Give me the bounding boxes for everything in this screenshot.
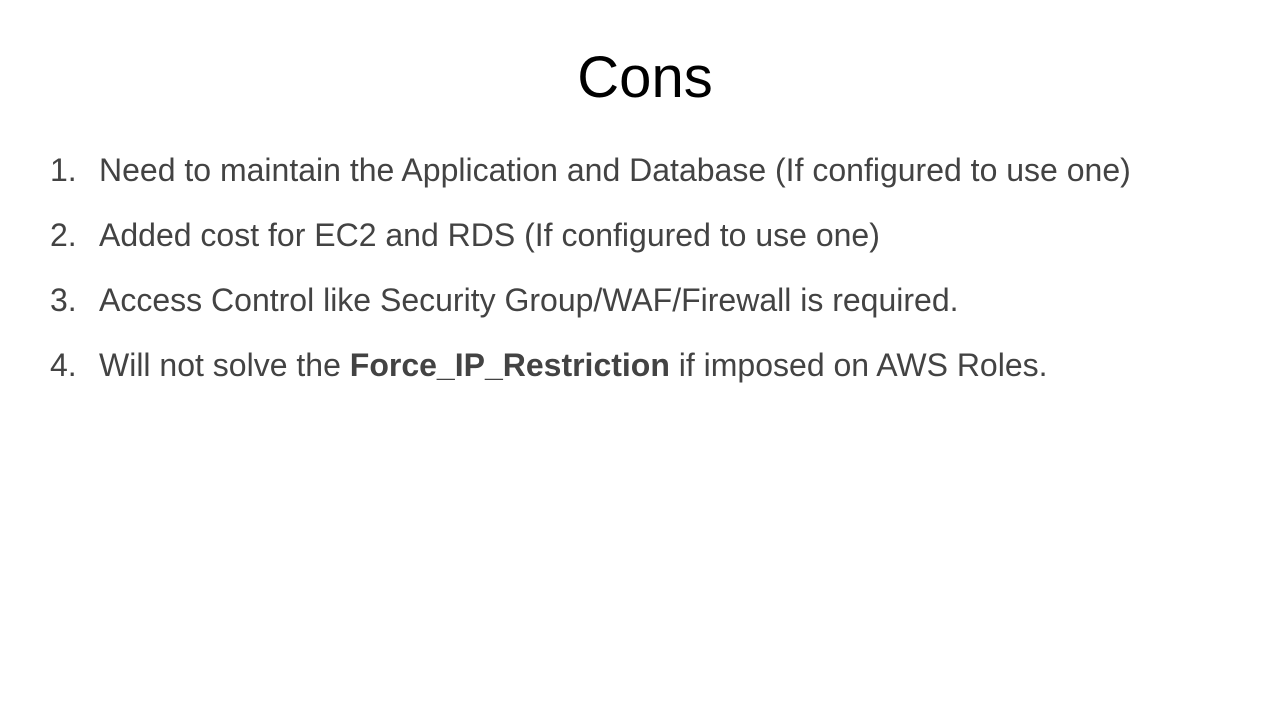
list-item-text: Added cost for EC2 and RDS (If configure… (99, 217, 880, 253)
list-item-number: 4. (50, 347, 77, 383)
list-item-number: 3. (50, 282, 77, 318)
list-item-text-after: if imposed on AWS Roles. (669, 347, 1048, 383)
cons-list: 1. Need to maintain the Application and … (0, 148, 1274, 408)
list-item-text: Need to maintain the Application and Dat… (99, 152, 1131, 188)
list-item: 1. Need to maintain the Application and … (0, 148, 1274, 213)
slide-title: Cons (577, 45, 713, 110)
list-item-text-before: Will not solve the (99, 347, 350, 383)
list-item-number: 2. (50, 217, 77, 253)
list-item-text: Access Control like Security Group/WAF/F… (99, 282, 959, 318)
list-item: 4. Will not solve the Force_IP_Restricti… (0, 343, 1274, 408)
list-item: 2. Added cost for EC2 and RDS (If config… (0, 213, 1274, 278)
slide: Cons 1. Need to maintain the Application… (0, 0, 1274, 722)
list-item: 3. Access Control like Security Group/WA… (0, 278, 1274, 343)
list-item-text: Will not solve the Force_IP_Restriction … (99, 343, 1048, 388)
list-item-text-bold: Force_IP_Restriction (349, 347, 670, 383)
list-item-number: 1. (50, 152, 77, 188)
